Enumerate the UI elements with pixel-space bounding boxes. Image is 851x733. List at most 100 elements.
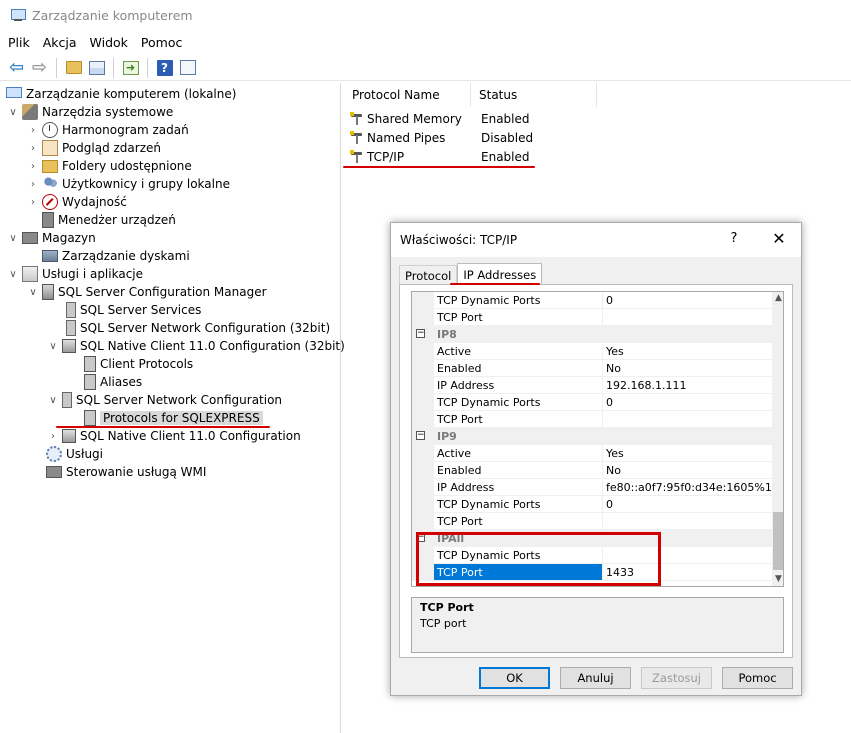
chevron-down-icon[interactable]: ∨: [8, 269, 18, 280]
scrollbar-thumb[interactable]: [773, 512, 783, 570]
chevron-down-icon[interactable]: ∨: [8, 233, 18, 244]
toolbar-separator: [147, 57, 148, 78]
tree-item-sql-native[interactable]: › SQL Native Client 11.0 Configuration: [48, 427, 301, 445]
menu-action[interactable]: Akcja: [43, 35, 77, 50]
apply-button[interactable]: Zastosuj: [641, 667, 712, 689]
grid-row[interactable]: IP Address 192.168.1.111: [412, 377, 772, 394]
chevron-down-icon[interactable]: ∨: [48, 341, 58, 352]
ok-button[interactable]: OK: [479, 667, 550, 689]
grid-row[interactable]: TCP Port: [412, 309, 772, 326]
tree-item-event-viewer[interactable]: › Podgląd zdarzeń: [28, 139, 161, 157]
tree-item-disk-management[interactable]: Zarządzanie dyskami: [42, 247, 190, 265]
grid-row[interactable]: TCP Dynamic Ports 0: [412, 394, 772, 411]
list-item-shared-memory[interactable]: Shared Memory Enabled: [350, 109, 530, 128]
chevron-right-icon[interactable]: ›: [28, 179, 38, 190]
chevron-down-icon[interactable]: ∨: [28, 287, 38, 298]
description-title: TCP Port: [420, 601, 474, 614]
chevron-right-icon[interactable]: ›: [28, 197, 38, 208]
tree-item-sql-native-32[interactable]: ∨ SQL Native Client 11.0 Configuration (…: [48, 337, 345, 355]
property-key: Enabled: [434, 462, 603, 479]
column-header-protocol-name[interactable]: Protocol Name: [344, 83, 471, 107]
grid-row[interactable]: Enabled No: [412, 360, 772, 377]
property-value[interactable]: Yes: [603, 445, 772, 462]
grid-row[interactable]: Active Yes: [412, 343, 772, 360]
dialog-help-button[interactable]: ?: [727, 231, 741, 246]
tree-item-sql-config-manager[interactable]: ∨ SQL Server Configuration Manager: [28, 283, 267, 301]
tree-item-sql-services[interactable]: SQL Server Services: [66, 301, 201, 319]
property-value[interactable]: 0: [603, 394, 772, 411]
grid-row[interactable]: Active Yes: [412, 445, 772, 462]
tree-item-root[interactable]: Zarządzanie komputerem (lokalne): [6, 85, 236, 103]
chevron-right-icon[interactable]: ›: [48, 431, 58, 442]
tree-item-client-protocols[interactable]: Client Protocols: [84, 355, 193, 373]
grid-row[interactable]: TCP Dynamic Ports 0: [412, 496, 772, 513]
show-hide-tree-button[interactable]: [86, 57, 107, 78]
chevron-down-icon[interactable]: ∨: [48, 395, 58, 406]
forward-button[interactable]: ⇨: [29, 57, 50, 78]
close-icon[interactable]: ✕: [771, 229, 787, 248]
properties-button[interactable]: [177, 57, 198, 78]
menu-file[interactable]: Plik: [8, 35, 30, 50]
tab-protocol[interactable]: Protocol: [399, 265, 458, 285]
export-list-button[interactable]: ➜: [120, 57, 141, 78]
tree-item-label: SQL Server Services: [80, 303, 202, 317]
grid-row[interactable]: TCP Dynamic Ports 0: [412, 292, 772, 309]
tree-item-shared-folders[interactable]: › Foldery udostępnione: [28, 157, 192, 175]
back-button[interactable]: ⇦: [6, 57, 27, 78]
vertical-scrollbar[interactable]: ▲ ▼: [772, 292, 783, 586]
tree-item-device-manager[interactable]: Menedżer urządzeń: [42, 211, 176, 229]
tab-ip-addresses[interactable]: IP Addresses: [457, 263, 543, 285]
tree-item-system-tools[interactable]: ∨ Narzędzia systemowe: [8, 103, 173, 121]
property-value[interactable]: 0: [603, 292, 772, 309]
tree-item-local-users[interactable]: › Użytkownicy i grupy lokalne: [28, 175, 230, 193]
property-value[interactable]: 0: [603, 496, 772, 513]
chevron-right-icon[interactable]: ›: [28, 143, 38, 154]
grid-row[interactable]: TCP Port: [412, 513, 772, 530]
property-value[interactable]: Yes: [603, 343, 772, 360]
tcpip-properties-dialog: Właściwości: TCP/IP ? ✕ Protocol IP Addr…: [390, 222, 802, 696]
scroll-down-icon[interactable]: ▼: [772, 573, 783, 586]
tree-item-sql-net-config-32[interactable]: SQL Server Network Configuration (32bit): [66, 319, 330, 337]
property-value[interactable]: [603, 513, 772, 530]
tree-item-performance[interactable]: › Wydajność: [28, 193, 127, 211]
scroll-up-icon[interactable]: ▲: [772, 292, 783, 305]
property-value[interactable]: [603, 309, 772, 326]
grid-row[interactable]: IP Address fe80::a0f7:95f0:d34e:1605%14: [412, 479, 779, 496]
collapse-icon[interactable]: −: [416, 329, 425, 338]
tree-item-aliases[interactable]: Aliases: [84, 373, 142, 391]
tree-item-services[interactable]: Usługi: [46, 445, 103, 463]
tree-item-task-scheduler[interactable]: › Harmonogram zadań: [28, 121, 189, 139]
tree-item-label: Magazyn: [42, 231, 96, 245]
column-header-status[interactable]: Status: [471, 83, 597, 107]
event-viewer-icon: [42, 140, 58, 156]
property-key: TCP Dynamic Ports: [434, 496, 603, 513]
list-item-tcp-ip[interactable]: TCP/IP Enabled: [350, 147, 530, 166]
list-item-named-pipes[interactable]: Named Pipes Disabled: [350, 128, 533, 147]
property-value[interactable]: No: [603, 360, 772, 377]
chevron-down-icon[interactable]: ∨: [8, 107, 18, 118]
collapse-icon[interactable]: −: [416, 431, 425, 440]
tree-item-services-apps[interactable]: ∨ Usługi i aplikacje: [8, 265, 143, 283]
tree-item-wmi-control[interactable]: Sterowanie usługą WMI: [46, 463, 206, 481]
grid-category-ip8[interactable]: − IP8: [412, 326, 772, 343]
menu-view[interactable]: Widok: [90, 35, 128, 50]
protocol-status: Disabled: [481, 130, 534, 145]
chevron-right-icon[interactable]: ›: [28, 125, 38, 136]
help-dialog-button[interactable]: Pomoc: [722, 667, 793, 689]
property-value[interactable]: fe80::a0f7:95f0:d34e:1605%14: [603, 479, 779, 496]
menu-help[interactable]: Pomoc: [141, 35, 182, 50]
cancel-button[interactable]: Anuluj: [560, 667, 631, 689]
property-value[interactable]: No: [603, 462, 772, 479]
button-label: OK: [506, 671, 523, 685]
chevron-right-icon[interactable]: ›: [28, 161, 38, 172]
tree-item-sql-net-config[interactable]: ∨ SQL Server Network Configuration: [48, 391, 282, 409]
up-folder-button[interactable]: [63, 57, 84, 78]
tree-item-protocols-sqlexpress[interactable]: Protocols for SQLEXPRESS: [84, 409, 263, 427]
grid-category-ip9[interactable]: − IP9: [412, 428, 772, 445]
tree-item-storage[interactable]: ∨ Magazyn: [8, 229, 96, 247]
property-value[interactable]: [603, 411, 772, 428]
help-button[interactable]: ?: [154, 57, 175, 78]
grid-row[interactable]: TCP Port: [412, 411, 772, 428]
property-value[interactable]: 192.168.1.111: [603, 377, 772, 394]
grid-row[interactable]: Enabled No: [412, 462, 772, 479]
